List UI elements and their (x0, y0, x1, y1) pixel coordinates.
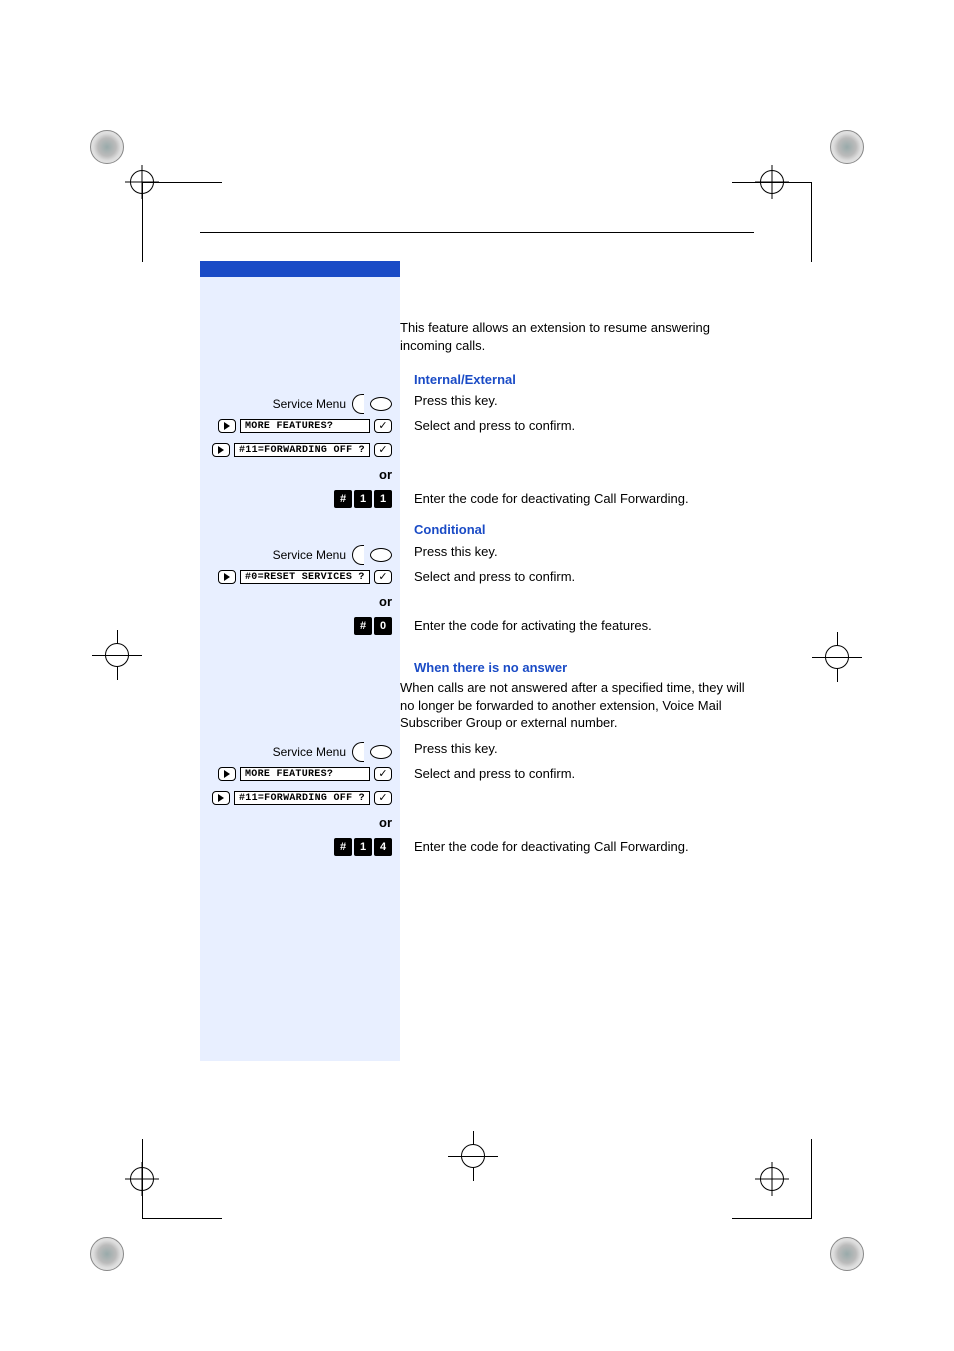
code-keys-1: # 1 1 (334, 490, 392, 508)
or-label-1: or (379, 467, 392, 482)
left-column: Service Menu MORE FEATURES? ✓ #11=FORWAR… (200, 261, 400, 1061)
display-forwarding-off-2: #11=FORWARDING OFF ? ✓ (212, 791, 392, 805)
section-title-no-answer: When there is no answer (414, 659, 567, 677)
header-rule (200, 232, 754, 233)
intro-text: This feature allows an extension to resu… (400, 319, 754, 354)
key-hash: # (354, 617, 372, 635)
display-more-features-2: MORE FEATURES? ✓ (218, 767, 392, 781)
crop-mark-bl (90, 1141, 220, 1271)
key-1: 1 (354, 838, 372, 856)
service-menu-key-2: Service Menu (273, 545, 392, 565)
check-icon: ✓ (374, 419, 392, 433)
key-0: 0 (374, 617, 392, 635)
key-half-icon (352, 742, 364, 762)
service-menu-key-1: Service Menu (273, 394, 392, 414)
crop-mark-mid-right (812, 632, 862, 682)
display-more-features-1: MORE FEATURES? ✓ (218, 419, 392, 433)
or-label-2: or (379, 594, 392, 609)
crop-mark-mid-bottom (448, 1131, 498, 1181)
display-text: #0=RESET SERVICES ? (240, 570, 370, 584)
instruction-enter-code-2: Enter the code for activating the featur… (414, 617, 652, 635)
no-answer-intro: When calls are not answered after a spec… (400, 679, 754, 732)
play-icon (218, 767, 236, 781)
play-icon (212, 443, 230, 457)
code-keys-3: # 1 4 (334, 838, 392, 856)
instruction-select-confirm-1: Select and press to confirm. (414, 417, 575, 435)
display-text: #11=FORWARDING OFF ? (234, 443, 370, 457)
section-title-conditional: Conditional (414, 521, 486, 539)
key-half-icon (352, 545, 364, 565)
display-reset-services: #0=RESET SERVICES ? ✓ (218, 570, 392, 584)
instruction-select-confirm-3: Select and press to confirm. (414, 765, 575, 783)
key-1b: 1 (374, 490, 392, 508)
page-content: Service Menu MORE FEATURES? ✓ #11=FORWAR… (200, 232, 754, 1091)
instruction-enter-code-1: Enter the code for deactivating Call For… (414, 490, 689, 508)
key-oval-icon (370, 548, 392, 562)
play-icon (218, 570, 236, 584)
crop-mark-br (734, 1141, 864, 1271)
or-label-3: or (379, 815, 392, 830)
key-hash: # (334, 490, 352, 508)
instruction-press-key-1: Press this key. (414, 392, 498, 410)
service-menu-label: Service Menu (273, 548, 346, 562)
check-icon: ✓ (374, 767, 392, 781)
section-title-internal-external: Internal/External (414, 371, 516, 389)
service-menu-label: Service Menu (273, 745, 346, 759)
crop-mark-mid-left (92, 630, 142, 680)
key-4: 4 (374, 838, 392, 856)
play-icon (218, 419, 236, 433)
display-text: #11=FORWARDING OFF ? (234, 791, 370, 805)
key-half-icon (352, 394, 364, 414)
service-menu-label: Service Menu (273, 397, 346, 411)
key-1a: 1 (354, 490, 372, 508)
check-icon: ✓ (374, 443, 392, 457)
key-hash: # (334, 838, 352, 856)
instruction-press-key-2: Press this key. (414, 543, 498, 561)
instruction-select-confirm-2: Select and press to confirm. (414, 568, 575, 586)
instruction-enter-code-3: Enter the code for deactivating Call For… (414, 838, 689, 856)
key-oval-icon (370, 397, 392, 411)
blue-bar (200, 261, 400, 277)
display-text: MORE FEATURES? (240, 419, 370, 433)
right-column: This feature allows an extension to resu… (400, 261, 754, 1061)
check-icon: ✓ (374, 570, 392, 584)
play-icon (212, 791, 230, 805)
instruction-press-key-3: Press this key. (414, 740, 498, 758)
check-icon: ✓ (374, 791, 392, 805)
display-text: MORE FEATURES? (240, 767, 370, 781)
display-forwarding-off-1: #11=FORWARDING OFF ? ✓ (212, 443, 392, 457)
key-oval-icon (370, 745, 392, 759)
code-keys-2: # 0 (354, 617, 392, 635)
service-menu-key-3: Service Menu (273, 742, 392, 762)
